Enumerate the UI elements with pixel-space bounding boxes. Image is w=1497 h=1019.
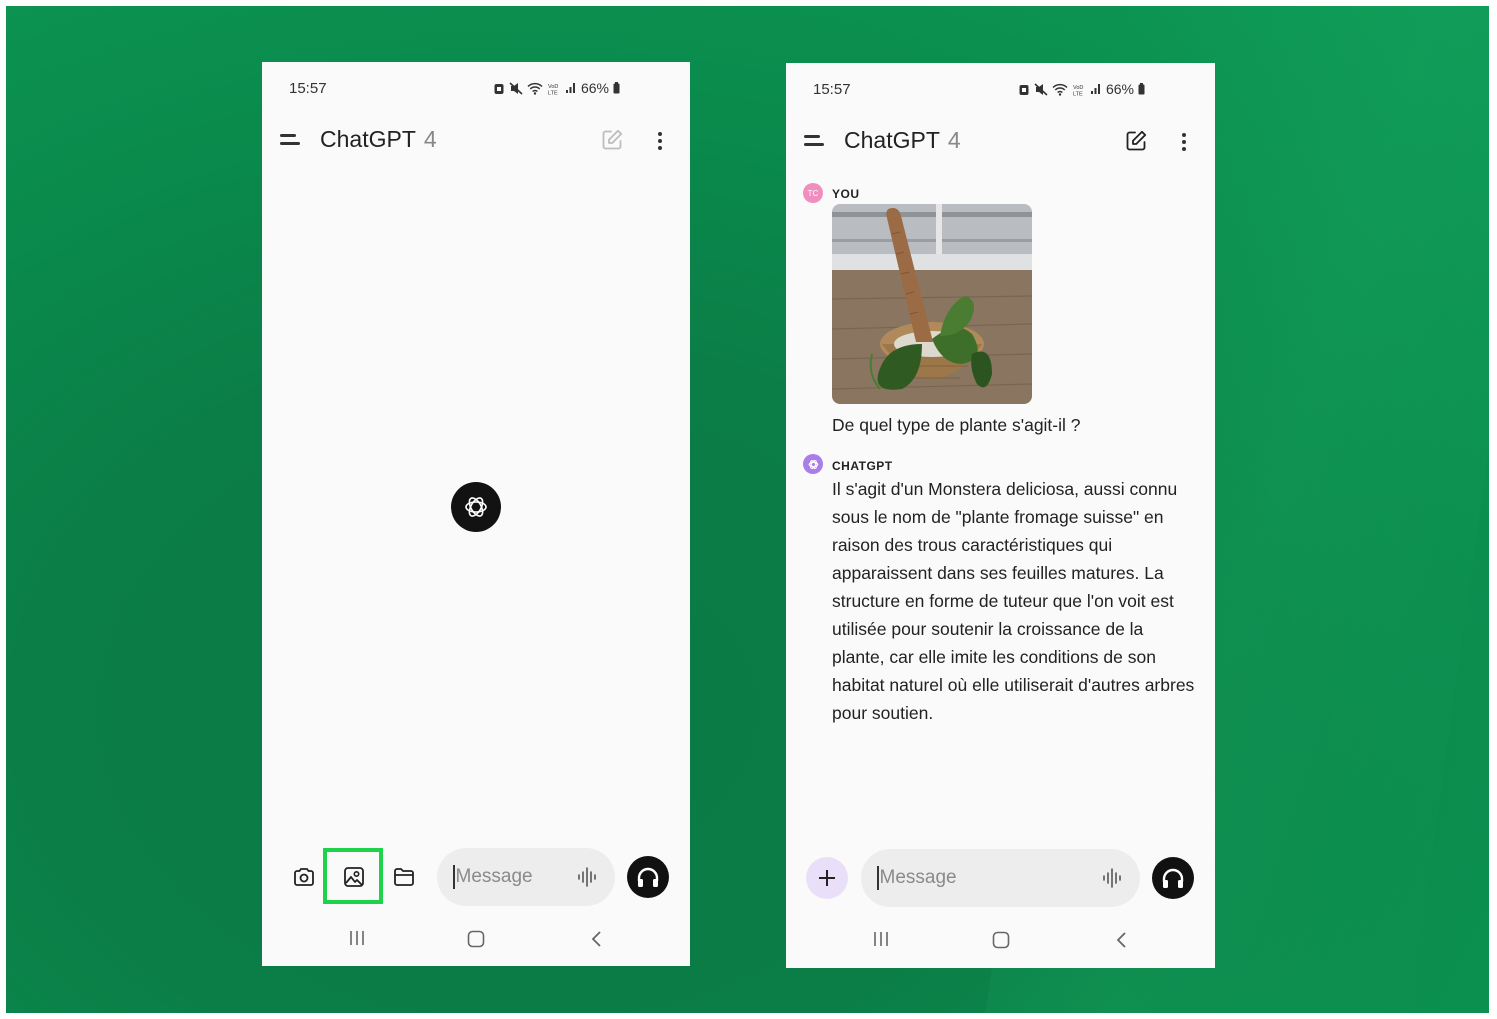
battery-icon	[613, 82, 620, 94]
signal-icon	[1090, 84, 1100, 94]
attach-button[interactable]	[806, 857, 848, 899]
green-background	[6, 6, 1489, 1013]
system-nav-bar	[262, 926, 690, 956]
battery-percent: 66%	[580, 80, 609, 96]
recent-apps-icon[interactable]	[872, 931, 890, 947]
app-title-text: ChatGPT	[320, 126, 416, 152]
message-input[interactable]: Message	[861, 849, 1140, 907]
camera-icon[interactable]	[292, 865, 316, 889]
app-title[interactable]: ChatGPT 4	[320, 126, 437, 153]
alarm-icon	[1019, 84, 1029, 95]
voice-input-icon[interactable]	[577, 867, 599, 887]
composer-bar: Message	[262, 848, 690, 908]
more-options-icon[interactable]	[1180, 131, 1188, 153]
home-icon[interactable]	[992, 931, 1010, 949]
mute-icon	[1034, 82, 1048, 96]
message-placeholder: Message	[455, 866, 533, 887]
svg-text:LTE: LTE	[548, 90, 558, 95]
assistant-message: Il s'agit d'un Monstera deliciosa, aussi…	[832, 479, 1195, 723]
svg-text:VoD: VoD	[1073, 85, 1083, 91]
status-icons: VoD LTE 66%	[1018, 81, 1145, 97]
volte-icon: VoDLTE	[548, 84, 558, 95]
menu-icon[interactable]	[804, 133, 826, 149]
recent-apps-icon[interactable]	[348, 930, 366, 946]
new-chat-icon[interactable]	[1124, 129, 1148, 153]
headphones-icon	[1162, 868, 1184, 888]
status-icons: VoD LTE 66%	[493, 80, 620, 96]
wifi-icon	[1052, 83, 1068, 96]
svg-text:VoD: VoD	[548, 84, 558, 90]
chatgpt-logo-icon	[451, 482, 501, 532]
system-nav-bar	[786, 927, 1215, 957]
more-options-icon[interactable]	[656, 130, 664, 152]
plus-icon	[819, 870, 835, 886]
app-title-text: ChatGPT	[844, 127, 940, 153]
folder-icon[interactable]	[392, 865, 416, 889]
battery-icon	[1138, 83, 1145, 95]
svg-text:LTE: LTE	[1073, 91, 1083, 96]
user-sender-label: YOU	[832, 187, 860, 201]
message-placeholder: Message	[879, 867, 957, 888]
voice-input-icon[interactable]	[1102, 868, 1124, 888]
mute-icon	[509, 81, 523, 95]
battery-percent: 66%	[1105, 81, 1134, 97]
model-version: 4	[423, 126, 437, 152]
user-message: De quel type de plante s'agit-il ?	[832, 415, 1081, 435]
uploaded-plant-photo[interactable]	[832, 204, 1032, 404]
alarm-icon	[494, 83, 504, 94]
volte-icon: VoDLTE	[1073, 85, 1083, 96]
app-title[interactable]: ChatGPT 4	[844, 127, 961, 154]
status-time: 15:57	[813, 81, 851, 98]
composer-bar: Message	[786, 849, 1215, 909]
phone-screen-conversation: 15:57 VoD LTE 66% ChatGPT 4 TC YOU De qu…	[786, 63, 1215, 968]
phone-screen-empty-chat: 15:57 VoD LTE 66% ChatGPT 4 Message	[262, 62, 690, 966]
model-version: 4	[947, 127, 961, 153]
text-caret	[453, 865, 455, 889]
voice-mode-button[interactable]	[627, 856, 669, 898]
photo-gallery-icon[interactable]	[342, 865, 366, 889]
text-caret	[877, 866, 879, 890]
headphones-icon	[637, 867, 659, 887]
chatgpt-avatar-icon	[803, 454, 823, 474]
voice-mode-button[interactable]	[1152, 857, 1194, 899]
wifi-icon	[527, 82, 543, 95]
menu-icon[interactable]	[280, 132, 302, 148]
back-icon[interactable]	[1115, 931, 1127, 949]
user-avatar: TC	[803, 183, 823, 203]
assistant-sender-label: CHATGPT	[832, 459, 893, 473]
back-icon[interactable]	[590, 930, 602, 948]
status-time: 15:57	[289, 80, 327, 97]
signal-icon	[565, 83, 575, 93]
new-chat-icon[interactable]	[600, 128, 624, 152]
home-icon[interactable]	[467, 930, 485, 948]
